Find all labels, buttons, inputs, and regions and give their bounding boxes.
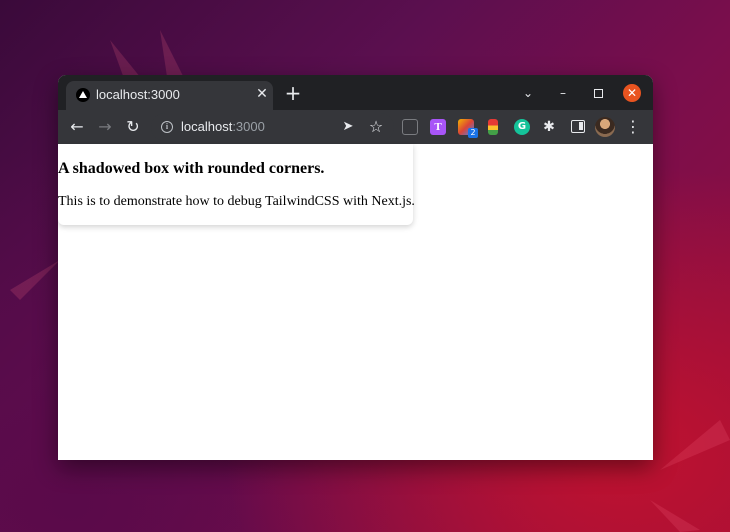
shadowed-card: A shadowed box with rounded corners. Thi…	[58, 144, 415, 225]
minimize-button[interactable]: –	[553, 83, 573, 103]
maximize-button[interactable]	[588, 83, 608, 103]
new-tab-button[interactable]: +	[284, 83, 302, 103]
tab-localhost[interactable]: localhost:3000 ✕	[66, 81, 273, 110]
card-text: This is to demonstrate how to debug Tail…	[58, 194, 415, 209]
back-button[interactable]: ←	[66, 117, 88, 137]
profile-avatar[interactable]	[595, 117, 615, 137]
extension-colorful-icon[interactable]: 2	[458, 119, 478, 138]
tab-title: localhost:3000	[96, 87, 180, 102]
extension-t-icon[interactable]: T	[430, 119, 446, 135]
close-window-button[interactable]: ✕	[623, 84, 641, 102]
extension-docs-icon[interactable]	[402, 119, 418, 135]
site-info-icon[interactable]: i	[161, 121, 173, 133]
browser-toolbar: ← → ↻ i localhost:3000 ➤ ☆ T 2 G ✱ ⋮	[58, 110, 653, 144]
browser-window: localhost:3000 ✕ + ⌄ – ✕ ← → ↻ i localho…	[58, 75, 653, 460]
extension-badge: 2	[468, 128, 478, 138]
side-panel-icon[interactable]	[571, 120, 585, 133]
extensions-puzzle-icon[interactable]: ✱	[538, 117, 560, 137]
nextjs-triangle-icon	[76, 88, 90, 102]
bookmark-star-icon[interactable]: ☆	[365, 117, 387, 137]
send-to-devices-icon[interactable]: ➤	[337, 117, 359, 137]
grammarly-icon[interactable]: G	[514, 119, 530, 135]
url-port: :3000	[232, 119, 265, 134]
tab-search-chevron-icon[interactable]: ⌄	[518, 83, 538, 103]
close-tab-icon[interactable]: ✕	[254, 86, 270, 102]
url-text[interactable]: localhost:3000	[181, 119, 265, 134]
forward-button[interactable]: →	[94, 117, 116, 137]
url-host: localhost	[181, 119, 233, 134]
reload-button[interactable]: ↻	[122, 117, 144, 137]
page-viewport: A shadowed box with rounded corners. Thi…	[58, 144, 653, 460]
extension-stack-icon[interactable]	[488, 119, 498, 135]
more-menu-icon[interactable]: ⋮	[622, 117, 644, 137]
tab-strip: localhost:3000 ✕ + ⌄ – ✕	[58, 75, 653, 110]
card-title: A shadowed box with rounded corners.	[58, 160, 325, 177]
